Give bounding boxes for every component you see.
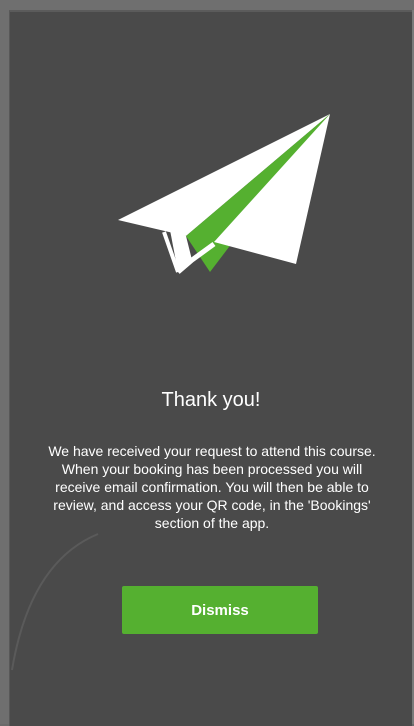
screen-background: Thank you! We have received your request… [0, 0, 414, 726]
paper-plane-icon [118, 112, 332, 282]
confirmation-dialog: Thank you! We have received your request… [9, 10, 412, 726]
dialog-title: Thank you! [161, 389, 261, 411]
dialog-message: We have received your request to attend … [48, 443, 376, 531]
dismiss-button[interactable]: Dismiss [122, 586, 318, 634]
decorative-arc [11, 533, 99, 671]
